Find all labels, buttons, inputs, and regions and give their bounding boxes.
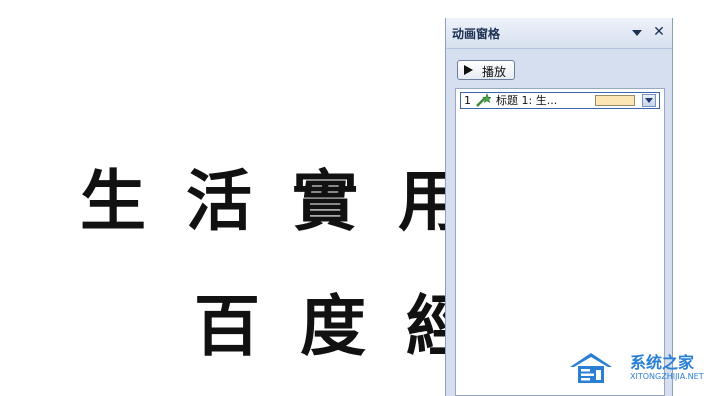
animation-effect-star-icon: [476, 93, 491, 107]
watermark-brand-en: XITONGZHIJIA.NET: [630, 372, 704, 381]
play-button[interactable]: 播放: [457, 60, 515, 80]
close-icon[interactable]: ✕: [652, 23, 666, 41]
pane-title: 动画窗格: [452, 27, 501, 41]
watermark-brand-cn: 系统之家: [630, 353, 695, 372]
chevron-down-icon: [645, 98, 653, 103]
animation-item-index: 1: [464, 94, 471, 107]
play-button-label: 播放: [482, 65, 507, 79]
animation-list-item[interactable]: 1 标题 1: 生...: [460, 92, 660, 109]
house-logo-icon: [570, 353, 612, 383]
play-icon: [464, 65, 473, 75]
animation-pane: 动画窗格 ✕ 播放 1 标题 1: 生...: [445, 18, 673, 396]
pane-header: 动画窗格 ✕: [446, 18, 672, 49]
watermark: 系统之家 XITONGZHIJIA.NET: [566, 345, 718, 389]
animation-timing-bar: [595, 95, 635, 106]
item-dropdown-button[interactable]: [642, 94, 656, 107]
pane-menu-icon[interactable]: [632, 30, 642, 36]
animation-item-label: 标题 1: 生...: [496, 94, 558, 107]
